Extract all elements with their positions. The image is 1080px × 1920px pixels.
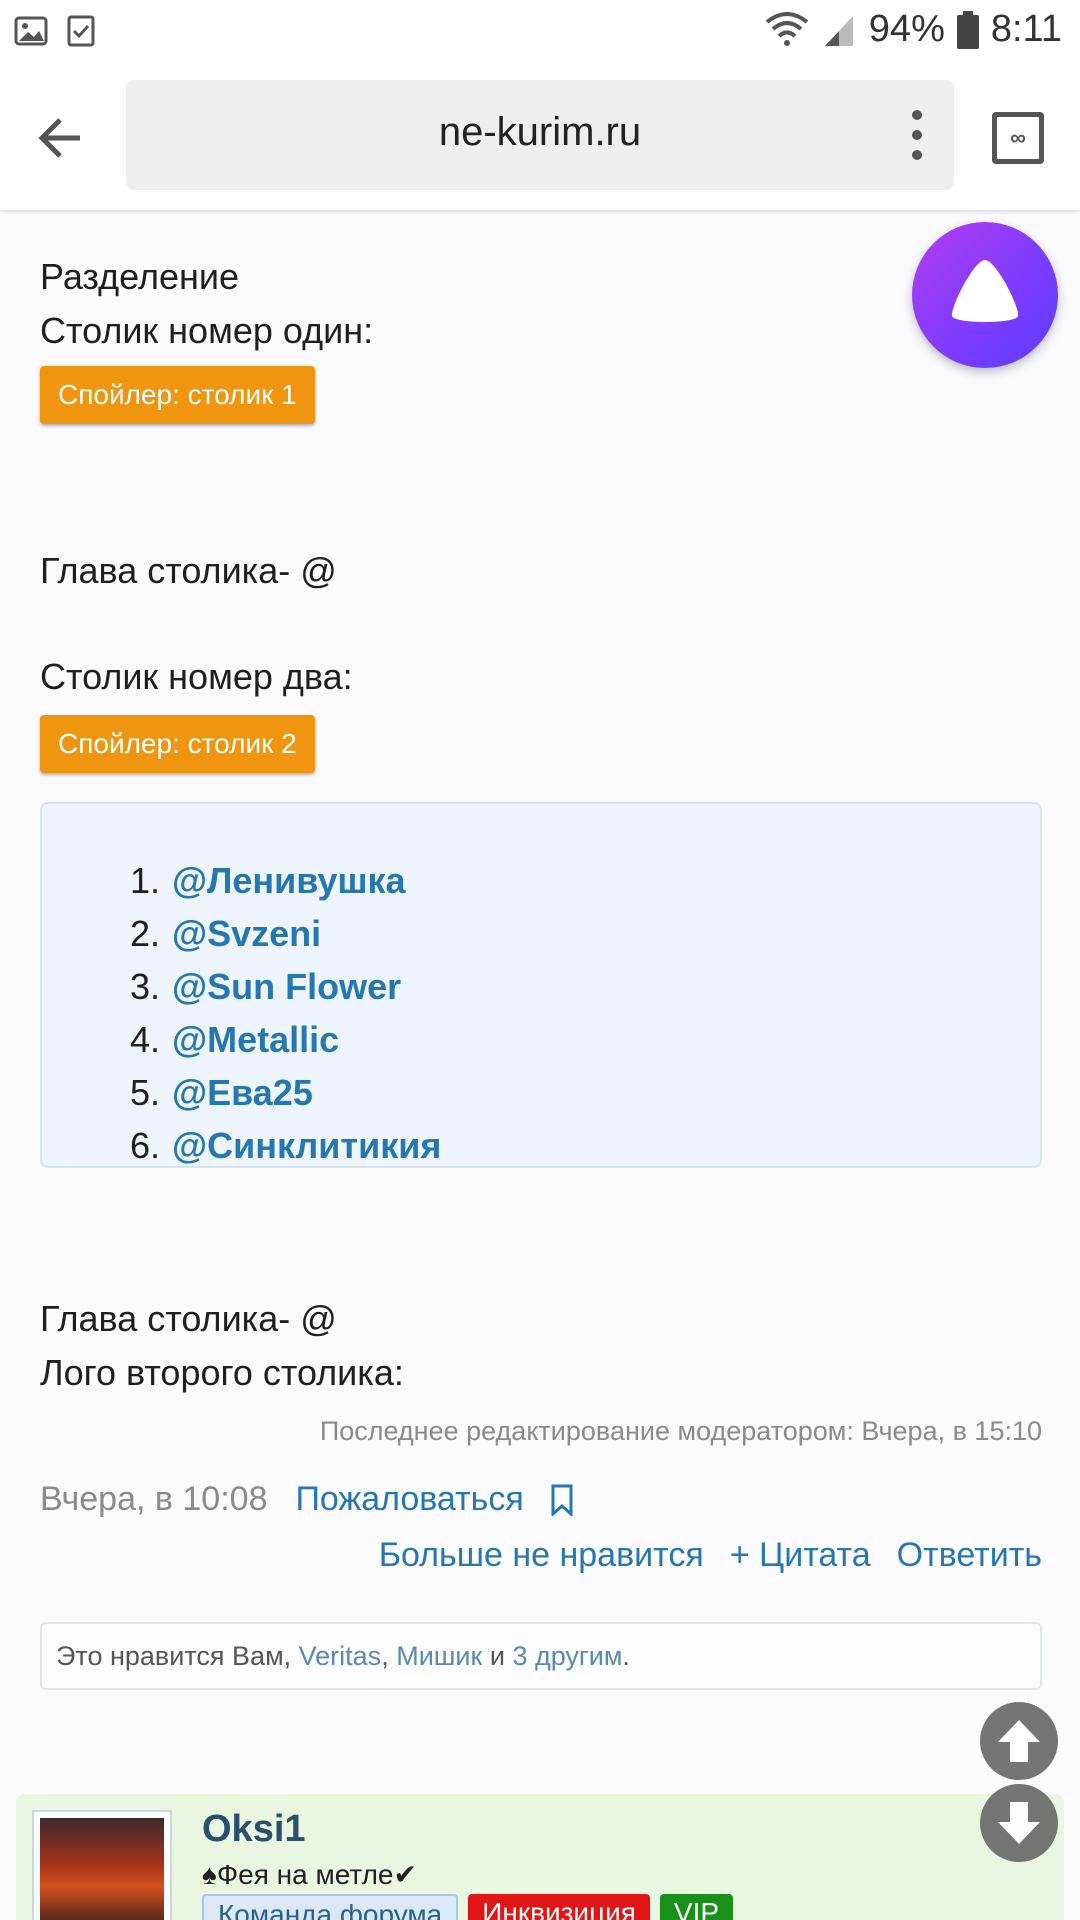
post-text-line: Глава столика- @ — [40, 1298, 337, 1339]
user-mention-link[interactable]: @Синклитикия — [172, 1119, 441, 1172]
likes-summary: Это нравится Вам, Veritas, Мишик и 3 дру… — [40, 1622, 1042, 1690]
clock: 8:11 — [990, 8, 1062, 50]
wifi-icon — [765, 11, 809, 46]
user-mention-link[interactable]: @Sun Flower — [172, 960, 401, 1013]
tabs-button[interactable]: ∞ — [992, 112, 1044, 164]
list-item: 6. @Синклитикия — [130, 1119, 441, 1172]
user-title: ♠Фея на метле✔ — [202, 1859, 417, 1890]
list-item: 2. @Svzeni — [130, 907, 441, 960]
post-meta: Вчера, в 10:08 Пожаловаться — [40, 1480, 574, 1519]
user-badges: Команда форума Инквизиция VIP — [202, 1894, 734, 1920]
signal-icon — [824, 15, 853, 46]
list-item: 5. @Ева25 — [130, 1066, 441, 1119]
arrow-up-icon — [998, 1720, 1040, 1762]
post-username[interactable]: Oksi1 — [202, 1808, 306, 1851]
spoiler-button-1[interactable]: Спойлер: столик 1 — [40, 366, 315, 424]
battery-icon — [956, 10, 979, 49]
quote-button[interactable]: + Цитата — [730, 1536, 871, 1575]
unlike-button[interactable]: Больше не нравится — [379, 1536, 704, 1575]
post-text-line: Разделение — [40, 256, 240, 297]
others-link[interactable]: 3 другим — [512, 1641, 622, 1671]
post-text-line: Столик номер два: — [40, 656, 353, 697]
reply-button[interactable]: Ответить — [897, 1536, 1042, 1575]
browser-toolbar: ne-kurim.ru ∞ — [0, 66, 1080, 210]
post-text-line: Столик номер один: — [40, 310, 374, 351]
url-text: ne-kurim.ru — [438, 110, 642, 154]
list-item: 1. @Ленивушка — [130, 854, 441, 907]
user-mention-link[interactable]: @Ева25 — [172, 1066, 313, 1119]
likes-end: . — [622, 1641, 630, 1671]
address-bar[interactable]: ne-kurim.ru — [126, 80, 954, 190]
more-menu-icon[interactable] — [910, 110, 924, 160]
scroll-down-button[interactable] — [980, 1784, 1058, 1862]
badge-team: Команда форума — [202, 1894, 459, 1920]
alice-assistant-button[interactable] — [912, 222, 1058, 368]
likes-prefix: Это нравится Вам, — [56, 1641, 299, 1671]
user-mention-link[interactable]: @Metallic — [172, 1013, 339, 1066]
scroll-up-button[interactable] — [980, 1702, 1058, 1780]
task-notification-icon — [67, 15, 95, 47]
gallery-notification-icon — [14, 16, 48, 46]
liker-link[interactable]: Мишик — [396, 1641, 482, 1671]
post-actions: Больше не нравится + Цитата Ответить — [379, 1536, 1042, 1575]
member-list: 1. @Ленивушка 2. @Svzeni 3. @Sun Flower 4. @… — [130, 854, 441, 1172]
arrow-down-icon — [998, 1802, 1040, 1844]
edit-note: Последнее редактирование модератором: Вч… — [319, 1416, 1042, 1446]
report-link[interactable]: Пожаловаться — [295, 1480, 523, 1519]
bookmark-icon[interactable] — [550, 1484, 574, 1516]
spoiler-content-2: 1. @Ленивушка 2. @Svzeni 3. @Sun Flower 4. @… — [40, 802, 1042, 1168]
post-date-link[interactable]: Вчера, в 10:08 — [40, 1480, 267, 1519]
alice-icon — [951, 260, 1019, 322]
badge-inquisition: Инквизиция — [468, 1894, 650, 1920]
spoiler-button-2[interactable]: Спойлер: столик 2 — [40, 715, 315, 773]
battery-percent: 94% — [868, 8, 945, 50]
list-item: 3. @Sun Flower — [130, 960, 441, 1013]
liker-link[interactable]: Veritas — [299, 1641, 382, 1671]
user-mention-link[interactable]: @Ленивушка — [172, 854, 406, 907]
back-arrow-icon[interactable] — [30, 106, 94, 170]
avatar[interactable] — [32, 1810, 172, 1920]
badge-vip: VIP — [659, 1894, 734, 1920]
next-post: Oksi1 ♠Фея на метле✔ Команда форума Инкв… — [16, 1794, 1064, 1920]
likes-conjunction: и — [482, 1641, 513, 1671]
status-bar: 94% 8:11 — [0, 0, 1080, 66]
likes-separator: , — [381, 1641, 397, 1671]
post-text-line: Лого второго столика: — [40, 1352, 404, 1393]
list-item: 4. @Metallic — [130, 1013, 441, 1066]
user-mention-link[interactable]: @Svzeni — [172, 907, 321, 960]
post-text-line: Глава столика- @ — [40, 550, 337, 591]
